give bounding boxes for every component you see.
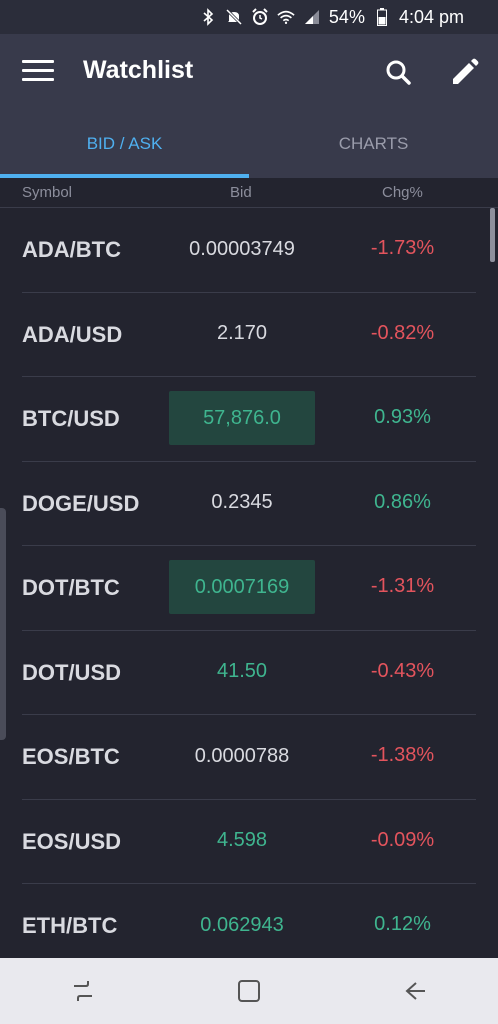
hamburger-menu-button[interactable] — [22, 60, 54, 84]
signal-icon — [303, 8, 321, 26]
column-header-bid[interactable]: Bid — [230, 184, 252, 201]
back-icon — [405, 982, 425, 1000]
symbol-cell: DOT/BTC — [22, 575, 120, 600]
symbol-cell: EOS/BTC — [22, 744, 120, 769]
symbol-cell: ADA/BTC — [22, 237, 121, 262]
bid-cell: 0.062943 — [200, 913, 284, 936]
symbol-cell: ADA/USD — [22, 321, 123, 347]
bid-cell: 0.00003749 — [189, 237, 295, 260]
symbol-cell: DOT/USD — [22, 659, 121, 685]
scrollbar-thumb[interactable] — [490, 208, 495, 262]
wifi-icon — [277, 8, 295, 26]
recent-apps-button[interactable] — [53, 966, 113, 1016]
edit-button[interactable] — [447, 56, 481, 90]
table-row[interactable]: BTC/USD 57,876.0 0.93% — [0, 377, 498, 462]
pencil-icon — [453, 58, 479, 84]
table-row[interactable]: ETH/BTC 0.062943 0.12% — [0, 884, 498, 958]
table-row[interactable]: DOT/USD 41.50 -0.43% — [0, 631, 498, 716]
change-cell: 0.12% — [374, 913, 431, 935]
bluetooth-icon — [199, 8, 217, 26]
bid-cell: 2.170 — [216, 322, 268, 344]
alarm-icon — [251, 8, 269, 26]
battery-percent: 54% — [328, 6, 365, 27]
system-nav-bar — [0, 958, 498, 1024]
change-cell: -0.09% — [370, 828, 435, 851]
change-cell: -1.31% — [370, 575, 435, 597]
search-button[interactable] — [382, 56, 416, 90]
change-cell: -1.73% — [370, 237, 435, 259]
tab-charts[interactable]: CHARTS — [249, 110, 498, 178]
mute-icon — [225, 8, 243, 26]
home-icon — [238, 980, 260, 1002]
edge-panel-handle[interactable] — [0, 508, 6, 740]
column-header-chg[interactable]: Chg% — [382, 184, 423, 201]
tab-bid-ask[interactable]: BID / ASK — [0, 110, 249, 178]
watchlist[interactable]: ADA/BTC 0.00003749 -1.73% ADA/USD 2.170 … — [0, 208, 498, 958]
tab-bar: BID / ASK CHARTS — [0, 110, 498, 178]
table-row[interactable]: DOGE/USD 0.2345 0.86% — [0, 462, 498, 547]
home-button[interactable] — [219, 966, 279, 1016]
app-bar: Watchlist — [0, 34, 498, 110]
battery-icon — [373, 8, 391, 26]
clock-time: 4:04 pm — [398, 6, 464, 27]
column-header-row: Symbol Bid Chg% — [0, 178, 498, 208]
symbol-cell: ETH/BTC — [22, 913, 118, 938]
search-icon — [386, 60, 411, 85]
bid-cell: 4.598 — [216, 829, 268, 851]
status-bar: 54% 4:04 pm — [0, 0, 498, 34]
table-row[interactable]: DOT/BTC 0.0007169 -1.31% — [0, 546, 498, 631]
symbol-cell: BTC/USD — [22, 406, 120, 431]
page-title: Watchlist — [83, 56, 194, 84]
change-cell: -1.38% — [370, 744, 435, 766]
table-row[interactable]: ADA/BTC 0.00003749 -1.73% — [0, 208, 498, 293]
change-cell: 0.93% — [374, 406, 431, 428]
symbol-cell: EOS/USD — [22, 828, 122, 854]
bid-cell: 0.0000788 — [194, 744, 290, 767]
column-header-symbol[interactable]: Symbol — [22, 184, 72, 201]
bid-cell: 41.50 — [216, 660, 268, 682]
symbol-cell: DOGE/USD — [22, 490, 140, 516]
table-row[interactable]: ADA/USD 2.170 -0.82% — [0, 293, 498, 378]
hamburger-icon — [22, 60, 54, 63]
recent-apps-icon — [74, 981, 92, 1001]
back-button[interactable] — [385, 966, 445, 1016]
bid-cell: 57,876.0 — [169, 391, 315, 445]
bid-cell: 0.0007169 — [169, 560, 315, 614]
change-cell: -0.43% — [370, 659, 435, 682]
change-cell: 0.86% — [374, 490, 431, 513]
change-cell: -0.82% — [370, 321, 435, 344]
bid-cell: 0.2345 — [211, 491, 273, 513]
table-row[interactable]: EOS/USD 4.598 -0.09% — [0, 800, 498, 885]
table-row[interactable]: EOS/BTC 0.0000788 -1.38% — [0, 715, 498, 800]
